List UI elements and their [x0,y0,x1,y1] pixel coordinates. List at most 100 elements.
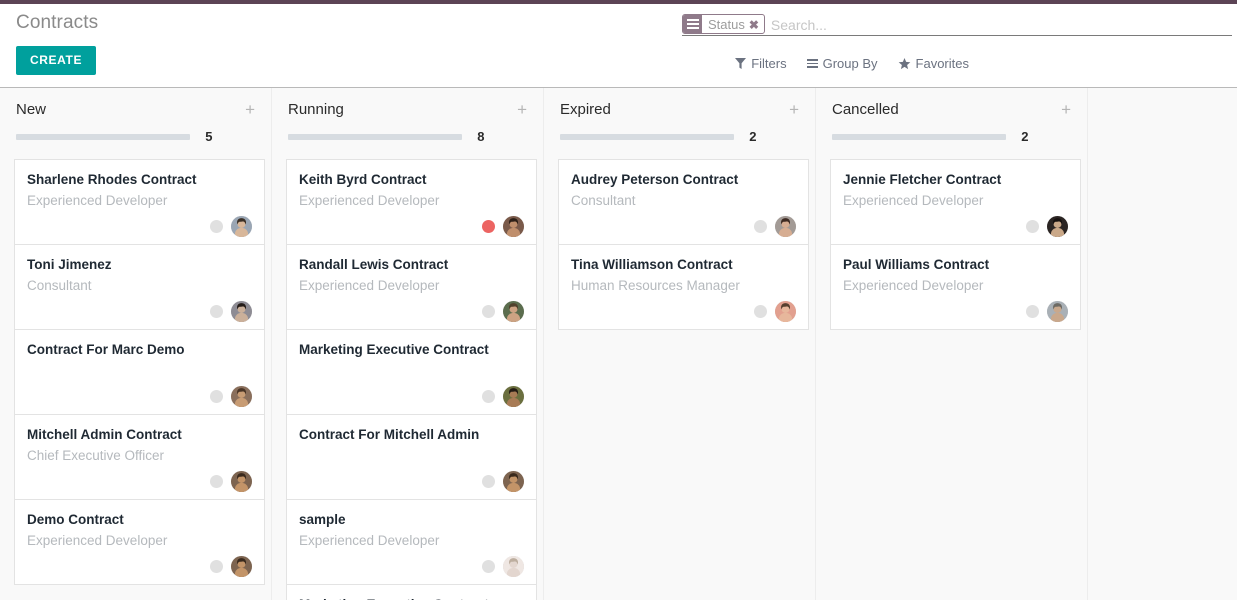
kanban-column-header: Running +8 [272,88,543,144]
add-record-icon[interactable]: + [245,101,255,118]
status-dot[interactable] [754,219,767,233]
kanban-card-title: Contract For Marc Demo [27,342,185,357]
kanban-card-subtitle: Human Resources Manager [571,278,740,293]
kanban-card-title: Tina Williamson Contract [571,257,733,272]
search-area: Status ✖ [682,14,1232,36]
kanban-card-title: Jennie Fletcher Contract [843,172,1002,187]
avatar[interactable] [231,385,252,407]
group-by-menu-label: Group By [822,56,878,71]
search-box[interactable]: Status ✖ [682,14,1232,36]
avatar[interactable] [503,300,524,322]
add-record-icon[interactable]: + [517,101,527,118]
kanban-column-count: 5 [205,129,213,144]
kanban-column-progressbar[interactable] [560,133,735,140]
kanban-column-count: 2 [749,129,757,144]
kanban-card-subtitle [299,362,524,380]
kanban-card[interactable]: Marketing Executive ContractExperienced … [287,585,536,600]
kanban-card-title: Audrey Peterson Contract [571,172,739,187]
filters-menu[interactable]: Filters [735,56,787,71]
kanban-card[interactable]: Sharlene Rhodes Contract Experienced Deve… [15,160,264,245]
kanban-column-count: 8 [477,129,485,144]
status-dot[interactable] [210,389,223,403]
kanban-card-title: Demo Contract [27,512,124,527]
group-by-menu[interactable]: Group By [806,56,878,71]
status-dot[interactable] [1026,219,1039,233]
kanban-column-progressbar[interactable] [832,133,1007,140]
status-dot[interactable] [482,219,495,233]
status-dot[interactable] [1026,304,1039,318]
kanban-card-list: Jennie Fletcher Contract Experienced Deve… [830,159,1081,330]
status-dot[interactable] [754,304,767,318]
kanban-card-title: Keith Byrd Contract [299,172,427,187]
kanban-card-subtitle: Chief Executive Officer [27,448,165,463]
kanban-card-list: Audrey Peterson Contract Consultant Tina W… [558,159,809,330]
kanban-column-title: Cancelled [832,100,899,118]
status-dot[interactable] [210,219,223,233]
kanban-column-progressbar[interactable] [16,133,191,140]
group-by-lines-icon [683,15,702,33]
kanban-column-title: New [16,100,47,118]
kanban-column-count: 2 [1021,129,1029,144]
status-dot[interactable] [210,559,223,573]
kanban-card[interactable]: Contract For Mitchell Admin [287,415,536,500]
kanban-card[interactable]: Toni Jimenez Consultant [15,245,264,330]
kanban-board: New +5 Sharlene Rhodes Contract Experienced… [0,88,1237,600]
avatar[interactable] [1047,300,1068,322]
avatar[interactable] [231,555,252,577]
kanban-card[interactable]: Mitchell Admin Contract Chief Executive O… [15,415,264,500]
kanban-card[interactable]: Keith Byrd Contract Experienced Developer [287,160,536,245]
kanban-card[interactable]: Paul Williams Contract Experienced Develo… [831,245,1080,330]
kanban-card-list: Keith Byrd Contract Experienced Developer… [286,159,537,600]
kanban-card[interactable]: Demo Contract Experienced Developer [15,500,264,585]
avatar[interactable] [503,385,524,407]
avatar[interactable] [503,555,524,577]
kanban-card-subtitle: Experienced Developer [299,193,440,208]
group-by-lines-icon [806,59,818,68]
status-dot[interactable] [210,474,223,488]
control-panel: Contracts CREATE Status ✖ Filters Group … [0,4,1237,88]
kanban-card-title: Marketing Executive Contract [299,342,489,357]
kanban-card[interactable]: Jennie Fletcher Contract Experienced Deve… [831,160,1080,245]
kanban-card[interactable]: Tina Williamson Contract Human Resources … [559,245,808,330]
kanban-column-title: Running [288,100,344,118]
status-dot[interactable] [482,389,495,403]
kanban-card[interactable]: Randall Lewis Contract Experienced Develo… [287,245,536,330]
avatar[interactable] [775,300,796,322]
kanban-card-title: Toni Jimenez [27,257,112,272]
filters-menu-label: Filters [751,56,787,71]
search-input[interactable] [764,14,1232,35]
avatar[interactable] [503,470,524,492]
status-dot[interactable] [210,304,223,318]
avatar[interactable] [231,470,252,492]
kanban-card-subtitle: Experienced Developer [843,278,984,293]
avatar[interactable] [1047,215,1068,237]
status-dot[interactable] [482,304,495,318]
kanban-card[interactable]: Marketing Executive Contract [287,330,536,415]
status-dot[interactable] [482,559,495,573]
kanban-column-header: New +5 [0,88,271,144]
add-record-icon[interactable]: + [789,101,799,118]
kanban-card-title: Marketing Executive Contract [299,596,524,600]
avatar[interactable] [231,215,252,237]
close-icon[interactable]: ✖ [749,15,764,33]
kanban-card-title: Mitchell Admin Contract [27,427,182,442]
kanban-card-title: Sharlene Rhodes Contract [27,172,197,187]
avatar[interactable] [775,215,796,237]
page-title: Contracts [16,12,99,33]
create-button[interactable]: CREATE [16,46,97,75]
status-dot[interactable] [482,474,495,488]
kanban-card-subtitle: Consultant [27,278,92,293]
kanban-column-progressbar[interactable] [288,133,463,140]
search-facet-status[interactable]: Status ✖ [682,14,765,34]
favorites-menu[interactable]: Favorites [898,56,969,71]
kanban-card-title: Randall Lewis Contract [299,257,449,272]
add-record-icon[interactable]: + [1061,101,1071,118]
kanban-card[interactable]: Audrey Peterson Contract Consultant [559,160,808,245]
kanban-card[interactable]: Contract For Marc Demo [15,330,264,415]
avatar[interactable] [503,215,524,237]
filter-menu-bar: Filters Group By Favorites [735,56,969,71]
avatar[interactable] [231,300,252,322]
kanban-card[interactable]: sample Experienced Developer [287,500,536,585]
kanban-card-list: Sharlene Rhodes Contract Experienced Deve… [14,159,265,585]
kanban-column-new: New +5 Sharlene Rhodes Contract Experienced… [0,88,272,600]
